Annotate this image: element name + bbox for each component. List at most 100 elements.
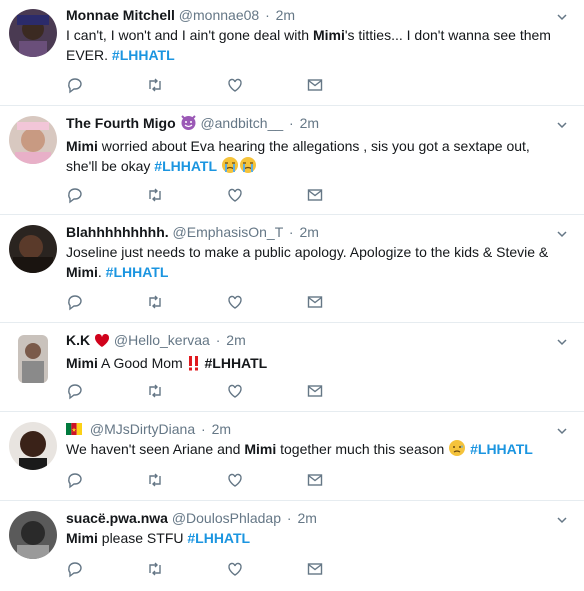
text-segment: .: [97, 264, 106, 280]
hashtag-link[interactable]: #LHHATL: [187, 530, 250, 546]
reply-icon[interactable]: [66, 382, 86, 402]
envelope-icon[interactable]: [306, 471, 326, 491]
username[interactable]: @EmphasisOn_T: [173, 224, 283, 240]
envelope-icon[interactable]: [306, 76, 326, 96]
heart-icon[interactable]: [226, 76, 246, 96]
display-name[interactable]: Blahhhhhhhhh.: [66, 224, 169, 240]
tweet-text: Mimi worried about Eva hearing the alleg…: [66, 136, 554, 179]
timestamp[interactable]: 2m: [226, 332, 245, 348]
username[interactable]: @monnae08: [179, 7, 259, 23]
hashtag-link[interactable]: #LHHATL: [154, 158, 217, 174]
tweet-header: Blahhhhhhhhh. @EmphasisOn_T · 2m: [66, 223, 554, 241]
chevron-down-icon[interactable]: [556, 424, 568, 436]
separator-dot: ·: [289, 115, 294, 131]
avatar[interactable]: [9, 116, 57, 164]
hashtag-link[interactable]: #LHHATL: [106, 264, 169, 280]
chevron-down-icon[interactable]: [556, 118, 568, 130]
hashtag-link[interactable]: #LHHATL: [112, 47, 175, 63]
text-segment: We haven't seen Ariane and: [66, 441, 245, 457]
timestamp[interactable]: 2m: [212, 421, 231, 437]
username[interactable]: @andbitch__: [200, 115, 283, 131]
avatar[interactable]: [9, 422, 57, 470]
retweet-icon[interactable]: [146, 382, 166, 402]
hashtag-link[interactable]: #LHHATL: [205, 355, 268, 371]
retweet-icon[interactable]: [146, 186, 166, 206]
avatar[interactable]: [9, 225, 57, 273]
crying-face-emoji-icon: [221, 156, 239, 179]
heart-icon[interactable]: [226, 560, 246, 580]
chevron-down-icon[interactable]: [556, 10, 568, 22]
tweet-actions: [66, 560, 386, 580]
text-segment: I can't, I won't and I ain't gone deal w…: [66, 27, 313, 43]
tweet-actions: [66, 186, 386, 206]
retweet-icon[interactable]: [146, 293, 166, 313]
tweet-actions: [66, 76, 386, 96]
heart-icon[interactable]: [226, 186, 246, 206]
envelope-icon[interactable]: [306, 382, 326, 402]
timestamp[interactable]: 2m: [297, 510, 316, 526]
display-name[interactable]: The Fourth Migo: [66, 115, 176, 131]
display-name[interactable]: Monnae Mitchell: [66, 7, 175, 23]
envelope-icon[interactable]: [306, 560, 326, 580]
keyword-highlight: Mimi: [66, 530, 98, 546]
retweet-icon[interactable]: [146, 76, 166, 96]
heart-icon[interactable]: [226, 293, 246, 313]
tweet-actions: [66, 382, 386, 402]
timestamp[interactable]: 2m: [299, 224, 318, 240]
tweet[interactable]: Monnae Mitchell @monnae08 · 2m I can't, …: [0, 0, 584, 106]
reply-icon[interactable]: [66, 293, 86, 313]
separator-dot: ·: [265, 7, 270, 23]
tweet-header: The Fourth Migo @andbitch__ · 2m: [66, 114, 554, 135]
separator-dot: ·: [286, 510, 292, 526]
heart-icon[interactable]: [226, 471, 246, 491]
display-name[interactable]: suacë.pwa.nwa: [66, 510, 168, 526]
tweet-header: Monnae Mitchell @monnae08 · 2m: [66, 6, 554, 24]
double-exclamation-emoji-icon: [187, 355, 201, 376]
tweet-text: Mimi A Good Mom #LHHATL: [66, 353, 554, 376]
keyword-highlight: Mimi: [66, 138, 98, 154]
username[interactable]: @DoulosPhladap: [172, 510, 281, 526]
text-segment: please STFU: [97, 530, 188, 546]
avatar[interactable]: [9, 9, 57, 57]
tweet-feed: Monnae Mitchell @monnae08 · 2m I can't, …: [0, 0, 584, 591]
tweet-header: @MJsDirtyDiana · 2m: [66, 420, 554, 438]
retweet-icon[interactable]: [146, 471, 166, 491]
text-segment: Joseline just needs to make a public apo…: [66, 244, 549, 260]
reply-icon[interactable]: [66, 471, 86, 491]
username[interactable]: @MJsDirtyDiana: [90, 421, 195, 437]
tweet[interactable]: suacë.pwa.nwa @DoulosPhladap · 2m Mimi p…: [0, 501, 584, 591]
display-name[interactable]: K.K: [66, 332, 90, 348]
chevron-down-icon[interactable]: [556, 227, 568, 239]
reply-icon[interactable]: [66, 560, 86, 580]
heart-icon[interactable]: [226, 382, 246, 402]
tweet[interactable]: @MJsDirtyDiana · 2m We haven't seen Aria…: [0, 412, 584, 501]
avatar[interactable]: [9, 511, 57, 559]
keyword-highlight: Mimi: [312, 27, 345, 43]
keyword-highlight: Mimi: [66, 355, 98, 371]
reply-icon[interactable]: [66, 186, 86, 206]
tweet[interactable]: K.K @Hello_kervaa · 2m Mimi A Good Mom #…: [0, 323, 584, 412]
envelope-icon[interactable]: [306, 293, 326, 313]
chevron-down-icon[interactable]: [556, 513, 568, 525]
keyword-highlight: Mimi: [66, 264, 98, 280]
reply-icon[interactable]: [66, 76, 86, 96]
tweet[interactable]: Blahhhhhhhhh. @EmphasisOn_T · 2m Joselin…: [0, 215, 584, 323]
tweet-text: I can't, I won't and I ain't gone deal w…: [66, 25, 554, 65]
tweet-header: suacë.pwa.nwa @DoulosPhladap · 2m: [66, 509, 554, 527]
hashtag-link[interactable]: #LHHATL: [470, 441, 533, 457]
retweet-icon[interactable]: [146, 560, 166, 580]
timestamp[interactable]: 2m: [300, 115, 319, 131]
tweet-text: Joseline just needs to make a public apo…: [66, 242, 554, 282]
separator-dot: ·: [201, 421, 206, 437]
chevron-down-icon[interactable]: [556, 335, 568, 347]
red-heart-emoji-icon: [94, 333, 110, 352]
tweet-text: We haven't seen Ariane and Mimi together…: [66, 439, 554, 462]
text-segment: A Good Mom: [97, 355, 187, 371]
username[interactable]: @Hello_kervaa: [114, 332, 210, 348]
envelope-icon[interactable]: [306, 186, 326, 206]
devil-emoji-icon: [180, 114, 197, 135]
timestamp[interactable]: 2m: [276, 7, 295, 23]
tweet[interactable]: The Fourth Migo @andbitch__ · 2m Mimi wo…: [0, 106, 584, 215]
avatar[interactable]: [18, 335, 48, 383]
tweet-header: K.K @Hello_kervaa · 2m: [66, 331, 554, 352]
